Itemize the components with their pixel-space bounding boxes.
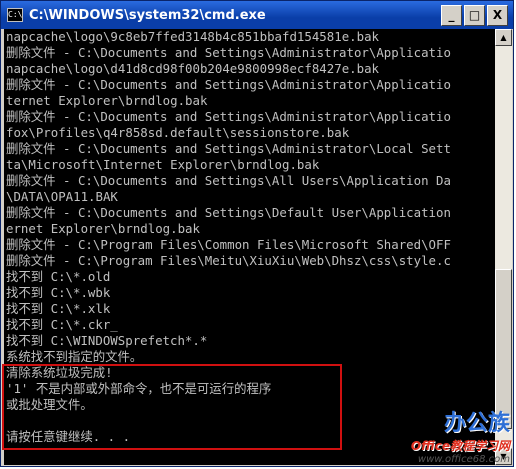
console-line: 删除文件 - C:\Documents and Settings\Adminis… xyxy=(6,141,451,156)
console-line: napcache\logo\d41d8cd98f00b204e9800998ec… xyxy=(6,61,379,76)
console-line: ta\Microsoft\Internet Explorer\brndlog.b… xyxy=(6,157,320,172)
scroll-up-arrow-icon[interactable]: ▲ xyxy=(495,29,512,46)
console-line: \DATA\OPA11.BAK xyxy=(6,189,118,204)
console-line: 找不到 C:\*.wbk xyxy=(6,285,111,300)
console-line: 删除文件 - C:\Documents and Settings\Default… xyxy=(6,205,451,220)
minimize-button[interactable]: _ xyxy=(441,4,462,26)
window-title: C:\WINDOWS\system32\cmd.exe xyxy=(29,7,266,23)
watermark-logo: 办公族 xyxy=(443,411,510,436)
console-line: 删除文件 - C:\Documents and Settings\Adminis… xyxy=(6,77,451,92)
cmd-app-icon[interactable]: C:\ xyxy=(7,8,23,22)
console-line: 找不到 C:\WINDOWSprefetch*.* xyxy=(6,333,208,348)
site-watermark: 办公族 Office教程学习网 www.office68.com xyxy=(411,405,510,465)
cmd-window: C:\ C:\WINDOWS\system32\cmd.exe _ □ X na… xyxy=(0,0,514,467)
console-line: 系统找不到指定的文件。 xyxy=(6,349,143,364)
console-line: 删除文件 - C:\Documents and Settings\Adminis… xyxy=(6,109,451,124)
watermark-url: www.office68.com xyxy=(417,454,510,465)
console-line: napcache\logo\9c8eb7ffed3148b4c851bbafd1… xyxy=(6,29,379,44)
console-line: 清除系统垃圾完成! xyxy=(6,365,113,380)
console-line: fox\Profiles\q4r858sd.default\sessionsto… xyxy=(6,125,350,140)
console-line: ernet Explorer\brndlog.bak xyxy=(6,221,200,236)
title-bar[interactable]: C:\ C:\WINDOWS\system32\cmd.exe _ □ X xyxy=(1,1,513,29)
maximize-button[interactable]: □ xyxy=(464,4,485,26)
console-line: 删除文件 - C:\Program Files\Common Files\Mic… xyxy=(6,237,451,252)
console-line: ternet Explorer\brndlog.bak xyxy=(6,93,208,108)
console-line: 删除文件 - C:\Documents and Settings\Adminis… xyxy=(6,45,451,60)
vertical-scrollbar[interactable]: ▲ ▼ xyxy=(495,29,512,465)
close-button[interactable]: X xyxy=(487,4,508,26)
console-output[interactable]: napcache\logo\9c8eb7ffed3148b4c851bbafd1… xyxy=(4,29,495,465)
console-line: 找不到 C:\*.ckr_ xyxy=(6,317,118,332)
console-line: '1' 不是内部或外部命令，也不是可运行的程序 xyxy=(6,381,272,396)
console-line: 找不到 C:\*.old xyxy=(6,269,111,284)
console-line: 删除文件 - C:\Program Files\Meitu\XiuXiu\Web… xyxy=(6,253,451,268)
console-line: 找不到 C:\*.xlk xyxy=(6,301,111,316)
console-line: 删除文件 - C:\Documents and Settings\All Use… xyxy=(6,173,451,188)
watermark-subtitle: Office教程学习网 xyxy=(410,439,510,453)
